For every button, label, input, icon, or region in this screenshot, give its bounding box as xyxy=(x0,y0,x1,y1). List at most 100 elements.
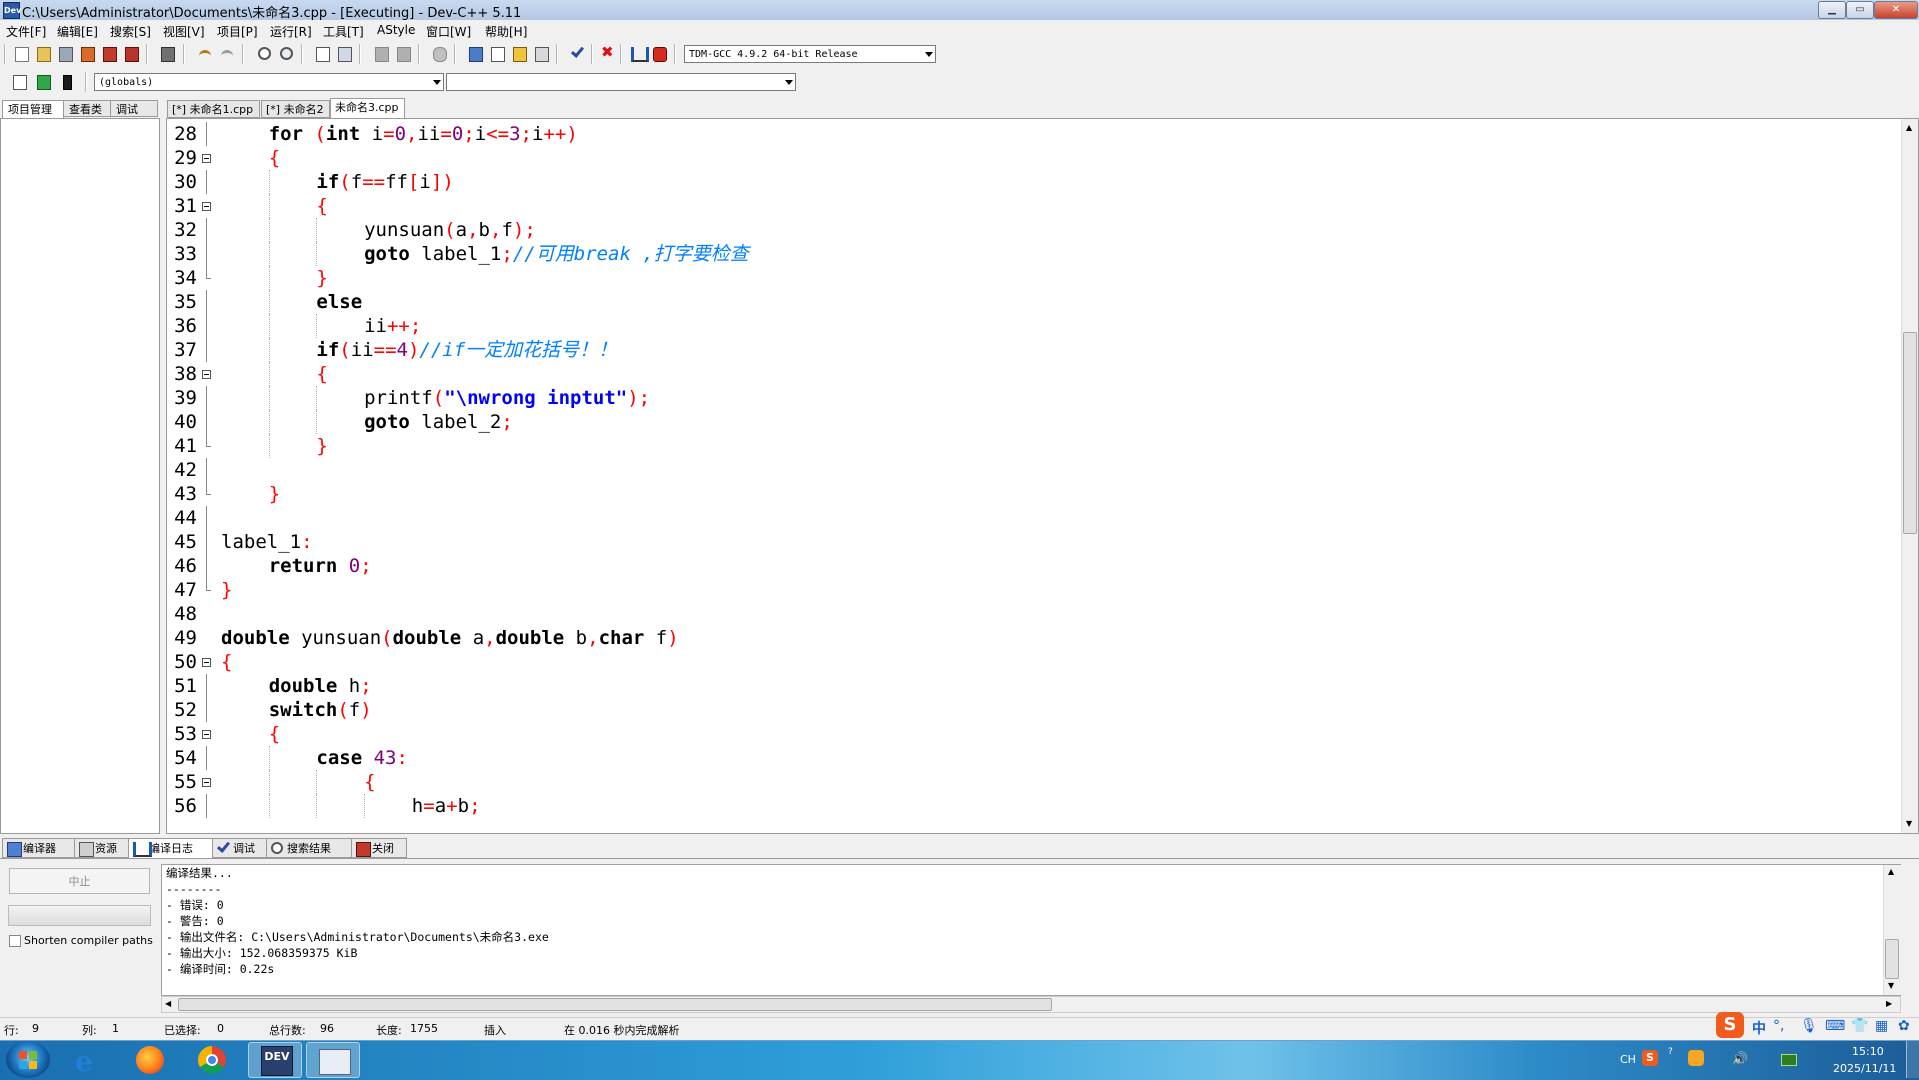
code-line[interactable]: { xyxy=(269,722,280,746)
new-file-icon[interactable] xyxy=(11,44,31,64)
fold-toggle-icon[interactable] xyxy=(202,778,211,787)
back-icon[interactable] xyxy=(371,44,391,64)
code-line[interactable]: label_1: xyxy=(221,530,313,554)
grid-view-icon[interactable] xyxy=(531,44,551,64)
code-line[interactable]: yunsuan(a,b,f); xyxy=(364,218,536,242)
chart-icon[interactable] xyxy=(627,44,649,64)
fold-toggle-icon[interactable] xyxy=(202,730,211,739)
tab-search-results[interactable]: 搜索结果 xyxy=(266,838,352,858)
menu-tools[interactable]: 工具[T] xyxy=(323,23,364,40)
nvidia-tray-icon[interactable] xyxy=(1781,1054,1797,1066)
internet-explorer-icon[interactable]: e xyxy=(63,1042,117,1078)
explorer-window-icon[interactable] xyxy=(306,1042,360,1078)
menu-window[interactable]: 窗口[W] xyxy=(426,23,471,40)
code-line[interactable]: case 43: xyxy=(316,746,408,770)
volume-icon[interactable]: 🔊 xyxy=(1732,1052,1748,1067)
scroll-up-icon[interactable]: ▲ xyxy=(1888,867,1894,876)
menu-run[interactable]: 运行[R] xyxy=(270,23,312,40)
menu-file[interactable]: 文件[F] xyxy=(6,23,46,40)
code-line[interactable]: printf("\nwrong inptut"); xyxy=(364,386,650,410)
project-tree-panel[interactable] xyxy=(0,118,160,834)
toggle-breakpoint-icon[interactable] xyxy=(33,72,53,92)
scroll-thumb[interactable] xyxy=(178,998,1052,1011)
show-desktop-button[interactable] xyxy=(1906,1041,1919,1078)
save-all-icon[interactable] xyxy=(77,44,97,64)
fold-toggle-icon[interactable] xyxy=(202,202,211,211)
abort-button[interactable]: 中止 xyxy=(9,868,150,894)
scroll-thumb[interactable] xyxy=(1903,332,1917,534)
class-browser-icon[interactable] xyxy=(509,44,529,64)
open-file-icon[interactable] xyxy=(33,44,53,64)
sogou-tray-icon[interactable]: S xyxy=(1642,1050,1658,1066)
bookmark-icon[interactable] xyxy=(334,44,354,64)
tab-compiler[interactable]: 编译器 xyxy=(2,838,75,858)
scope-select[interactable]: (globals) xyxy=(94,73,444,91)
menu-project[interactable]: 项目[P] xyxy=(217,23,258,40)
close-all-icon[interactable] xyxy=(121,44,141,64)
code-line[interactable]: double yunsuan(double a,double b,char f) xyxy=(221,626,679,650)
profile-icon[interactable] xyxy=(649,44,669,64)
toggle-comment-icon[interactable] xyxy=(429,44,449,64)
tab-compile-log[interactable]: 编译日志 xyxy=(128,838,213,858)
find-icon[interactable] xyxy=(254,44,274,64)
code-line[interactable]: { xyxy=(269,146,280,170)
clock-time[interactable]: 15:10 xyxy=(1852,1045,1884,1058)
code-line[interactable]: else xyxy=(316,290,362,314)
insert-icon[interactable] xyxy=(9,72,29,92)
ime-mode[interactable]: 中 xyxy=(1752,1018,1766,1038)
code-line[interactable]: if(ii==4)//if一定加花括号！！ xyxy=(316,338,617,362)
code-line[interactable]: goto label_1;//可用break ,打字要检查 xyxy=(364,242,749,266)
menu-view[interactable]: 视图[V] xyxy=(163,23,205,40)
goto-line-icon[interactable] xyxy=(312,44,332,64)
scroll-down-icon[interactable]: ▼ xyxy=(1906,819,1912,828)
chrome-icon[interactable] xyxy=(186,1042,240,1078)
app-tray-icon[interactable] xyxy=(1688,1050,1704,1066)
editor-tab-file2[interactable]: [*] 未命名2 xyxy=(261,100,330,118)
menu-edit[interactable]: 编辑[E] xyxy=(57,23,98,40)
shorten-paths-checkbox[interactable] xyxy=(9,935,21,947)
code-line[interactable]: ii++; xyxy=(364,314,421,338)
code-line[interactable]: if(f==ff[i]) xyxy=(316,170,453,194)
close-file-icon[interactable] xyxy=(99,44,119,64)
clock-date[interactable]: 2025/11/11 xyxy=(1833,1062,1896,1075)
toolbox-icon[interactable]: ▦ xyxy=(1875,1018,1888,1034)
tab-class-view[interactable]: 查看类 xyxy=(63,100,111,117)
editor-tab-file3[interactable]: 未命名3.cpp xyxy=(330,98,405,118)
code-line[interactable]: } xyxy=(269,482,280,506)
undo-icon[interactable] xyxy=(195,44,215,64)
fold-toggle-icon[interactable] xyxy=(202,154,211,163)
microphone-icon[interactable]: 🎙 xyxy=(1800,1018,1818,1034)
menu-help[interactable]: 帮助[H] xyxy=(485,23,527,40)
log-vertical-scrollbar[interactable]: ▲ ▼ xyxy=(1883,865,1901,995)
punctuation-icon[interactable]: °, xyxy=(1773,1018,1784,1034)
editor-vertical-scrollbar[interactable]: ▲ ▼ xyxy=(1901,119,1918,833)
scroll-left-icon[interactable]: ◀ xyxy=(165,999,171,1008)
code-editor[interactable]: 28 29 30 31 32 33 34 35 36 37 38 39 40 41 42 43 44 45 46 47… xyxy=(166,118,1919,834)
redo-icon[interactable] xyxy=(217,44,237,64)
code-line[interactable]: for (int i=0,ii=0;i<=3;i++) xyxy=(269,122,578,146)
editor-tab-file1[interactable]: [*] 未命名1.cpp xyxy=(167,100,260,118)
tab-debug[interactable]: 调试 xyxy=(110,100,158,117)
code-line[interactable]: { xyxy=(221,650,232,674)
check-syntax-icon[interactable] xyxy=(567,44,587,64)
tab-debug-bottom[interactable]: 调试 xyxy=(212,838,267,858)
code-line[interactable]: } xyxy=(316,266,327,290)
code-line[interactable]: } xyxy=(316,434,327,458)
keyboard-icon[interactable]: ⌨ xyxy=(1825,1018,1845,1034)
project-options-icon[interactable] xyxy=(487,44,507,64)
stop-execution-icon[interactable]: ✖ xyxy=(597,44,617,64)
ime-tray-icon[interactable]: ? xyxy=(1668,1047,1673,1057)
devcpp-taskbar-icon[interactable]: DEV xyxy=(248,1042,302,1078)
fold-toggle-icon[interactable] xyxy=(202,370,211,379)
goto-icon[interactable] xyxy=(57,72,77,92)
compile-log-output[interactable]: 编译结果... -------- - 错误: 0 - 警告: 0 - 输出文件名… xyxy=(161,864,1901,996)
code-line[interactable]: } xyxy=(221,578,232,602)
firefox-icon[interactable] xyxy=(124,1042,178,1078)
menu-astyle[interactable]: AStyle xyxy=(377,23,415,37)
function-select[interactable] xyxy=(446,73,796,91)
replace-icon[interactable] xyxy=(276,44,296,64)
log-horizontal-scrollbar[interactable]: ◀ ▶ xyxy=(161,996,1901,1013)
start-button-icon[interactable] xyxy=(6,1041,50,1078)
code-line[interactable]: goto label_2; xyxy=(364,410,513,434)
scroll-right-icon[interactable]: ▶ xyxy=(1886,999,1892,1008)
